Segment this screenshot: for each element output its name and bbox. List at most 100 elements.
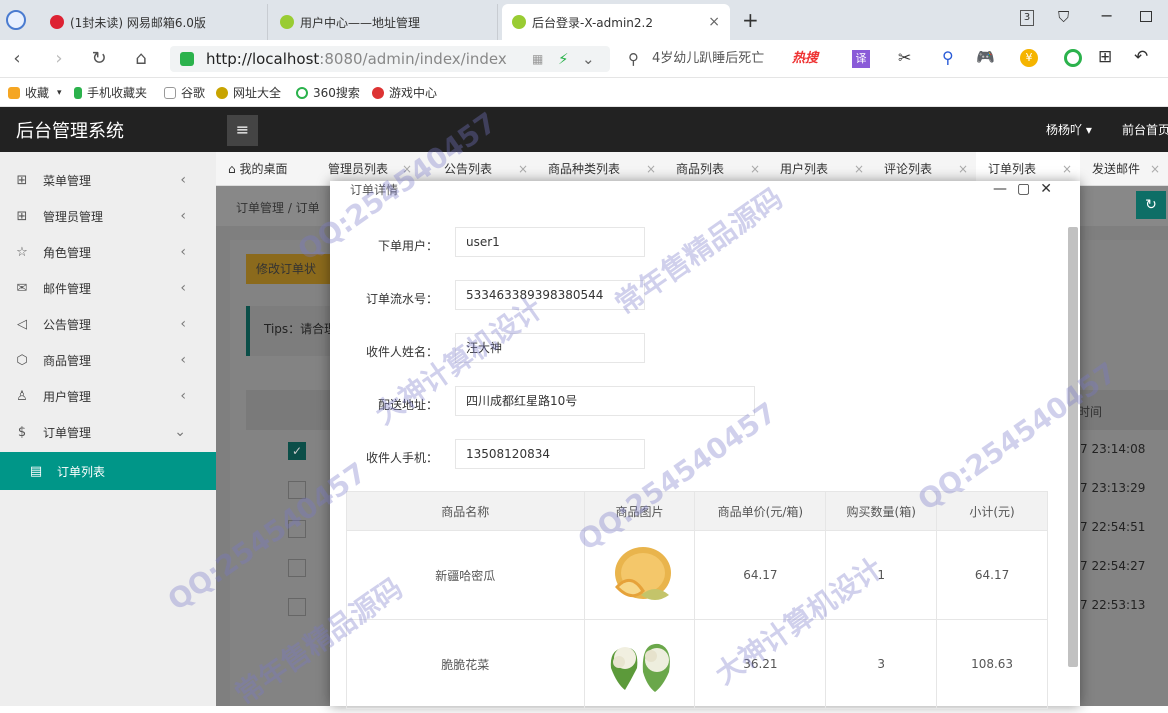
star-icon (8, 86, 20, 99)
browser-tab-label: 后台登录-X-admin2.2 (532, 15, 653, 30)
close-icon[interactable]: ✕ (1040, 181, 1062, 197)
maximize-icon[interactable] (1140, 11, 1152, 22)
leaf-favicon-icon (512, 15, 526, 29)
column-header: 小计(元) (936, 491, 1048, 531)
scissors-icon[interactable]: ✂ (898, 48, 911, 67)
front-page-link[interactable]: 前台首页 (1122, 121, 1168, 138)
new-tab-icon[interactable]: + (742, 8, 759, 32)
melon-image (605, 539, 675, 609)
url-host: http://localhost (206, 50, 320, 68)
search-field[interactable]: ⚲ 4岁幼儿趴睡后死亡 热搜 (622, 46, 862, 72)
modal-title: 订单详情 (350, 183, 399, 197)
row-checkbox[interactable] (288, 559, 306, 577)
bookmark-favorites[interactable]: 收藏 ▾ (8, 84, 62, 101)
tab-count-badge[interactable]: 3 (1020, 10, 1034, 26)
bookmark-label: 收藏 (25, 86, 50, 100)
minimize-icon[interactable]: — (993, 181, 1017, 197)
browser-tab-address[interactable]: 用户中心——地址管理 (270, 4, 498, 40)
item-price: 64.17 (694, 530, 827, 620)
apps-grid-icon[interactable]: ⊞ (1098, 47, 1112, 67)
row-checkbox-checked[interactable]: ✓ (288, 442, 306, 460)
sidebar-item-admins[interactable]: ⊞ 管理员管理 ‹ (0, 198, 216, 234)
item-image-cell (583, 530, 696, 620)
table-header-row: 商品名称 商品图片 商品单价(元/箱) 购买数量(箱) 小计(元) (346, 491, 1048, 531)
url-field[interactable]: http://localhost:8080/admin/index/index … (170, 46, 610, 72)
sidebar-item-goods[interactable]: ⬡ 商品管理 ‹ (0, 342, 216, 378)
user-menu[interactable]: 杨杨吖 ▾ (1046, 121, 1092, 138)
gamepad-icon[interactable]: 🎮 (976, 48, 995, 66)
browser-tab-label: 用户中心——地址管理 (300, 15, 421, 30)
field-address: 配送地址： 四川成都红星路10号 (330, 386, 1030, 418)
browser-tab-mail[interactable]: (1封未读) 网易邮箱6.0版 (40, 4, 268, 40)
recipient-phone-input[interactable]: 13508120834 (455, 439, 645, 469)
column-header: 商品图片 (583, 491, 696, 531)
browser-tab-bar: (1封未读) 网易邮箱6.0版 用户中心——地址管理 后台登录-X-admin2… (0, 0, 1168, 40)
reload-icon[interactable]: ↻ (88, 48, 110, 70)
chevron-left-icon: ‹ (180, 208, 186, 224)
order-items-table: 商品名称 商品图片 商品单价(元/箱) 购买数量(箱) 小计(元) 新疆哈密瓜 (346, 491, 1048, 709)
close-tab-icon[interactable]: × (708, 14, 720, 30)
refresh-button[interactable]: ↻ (1136, 191, 1166, 219)
address-toolbar: ‹ › ↻ ⌂ http://localhost:8080/admin/inde… (0, 40, 1168, 78)
undo-icon[interactable]: ↶ (1134, 47, 1148, 67)
qr-icon[interactable]: ▦ (532, 46, 543, 72)
field-recipient-name: 收件人姓名： 汪大神 (330, 333, 1030, 365)
sidebar-item-users[interactable]: ♙ 用户管理 ‹ (0, 378, 216, 414)
column-header: 商品名称 (346, 491, 585, 531)
bookmark-mobile[interactable]: 手机收藏夹 (74, 84, 147, 101)
tab-desktop[interactable]: ⌂ 我的桌面 (216, 152, 316, 186)
bookmark-sites[interactable]: 网址大全 (216, 84, 281, 101)
coin-icon[interactable]: ¥ (1020, 49, 1038, 67)
browser-logo-icon (6, 10, 26, 30)
sidebar-subitem-order-list[interactable]: ▤ 订单列表 (0, 452, 216, 490)
order-detail-modal: 订单详情 —▢✕ 下单用户： user1 订单流水号： 533463389398… (330, 181, 1080, 709)
serial-number-input[interactable]: 533463389398380544 (455, 280, 645, 310)
sidebar-item-mail[interactable]: ✉ 邮件管理 ‹ (0, 270, 216, 306)
sidebar-item-menu[interactable]: ⊞ 菜单管理 ‹ (0, 162, 216, 198)
row-checkbox[interactable] (288, 520, 306, 538)
chevron-left-icon: ‹ (180, 244, 186, 260)
tips-box: Tips：请合理 (246, 306, 336, 356)
game-center-icon (372, 86, 384, 99)
close-icon[interactable]: × (1150, 152, 1160, 186)
bookmark-games[interactable]: 游戏中心 (372, 84, 437, 101)
minimize-icon[interactable]: − (1100, 6, 1113, 25)
column-header: 购买数量(箱) (825, 491, 938, 531)
sidebar-item-orders[interactable]: $ 订单管理 ⌄ (0, 414, 216, 450)
chevron-left-icon: ‹ (180, 316, 186, 332)
tab-send-mail[interactable]: 发送邮件 × (1080, 152, 1168, 186)
bookmark-360[interactable]: 360搜索 (296, 84, 360, 101)
browser-tab-admin[interactable]: 后台登录-X-admin2.2 × (502, 4, 730, 40)
bookmark-google[interactable]: 谷歌 (164, 84, 205, 101)
bookmark-label: 网址大全 (233, 86, 282, 100)
item-qty: 3 (825, 619, 938, 709)
circle-icon[interactable] (1064, 49, 1082, 67)
order-time: 7 23:13:29 (1080, 481, 1146, 495)
address-input[interactable]: 四川成都红星路10号 (455, 386, 755, 416)
forward-icon[interactable]: › (48, 48, 70, 70)
row-checkbox[interactable] (288, 481, 306, 499)
back-icon[interactable]: ‹ (6, 48, 28, 70)
magnifier-icon[interactable]: ⚲ (942, 48, 954, 67)
sidebar-item-label: 订单管理 (43, 425, 92, 440)
bookmark-label: 游戏中心 (389, 86, 438, 100)
sidebar-item-label: 菜单管理 (43, 173, 92, 188)
translate-icon[interactable]: 译 (852, 50, 870, 68)
home-icon[interactable]: ⌂ (130, 48, 152, 70)
modal-scrollbar[interactable] (1068, 227, 1078, 667)
mail-icon: ✉ (16, 280, 28, 296)
maximize-icon[interactable]: ▢ (1017, 181, 1040, 197)
chevron-down-icon[interactable]: ⌄ (582, 46, 595, 72)
row-checkbox[interactable] (288, 598, 306, 616)
sidebar-item-notices[interactable]: ◁ 公告管理 ‹ (0, 306, 216, 342)
recipient-name-input[interactable]: 汪大神 (455, 333, 645, 363)
item-subtotal: 64.17 (936, 530, 1048, 620)
lightning-icon[interactable]: ⚡ (558, 46, 569, 72)
sidebar-item-roles[interactable]: ☆ 角色管理 ‹ (0, 234, 216, 270)
order-user-input[interactable]: user1 (455, 227, 645, 257)
shirt-icon[interactable]: ⛉ (1058, 8, 1069, 26)
edit-order-status-button[interactable]: 修改订单状 (246, 254, 336, 284)
page-icon (164, 86, 176, 99)
menu-toggle-icon[interactable]: ≡ (227, 115, 258, 146)
app-header: 后台管理系统 ≡ 杨杨吖 ▾ 前台首页 (0, 107, 1168, 152)
